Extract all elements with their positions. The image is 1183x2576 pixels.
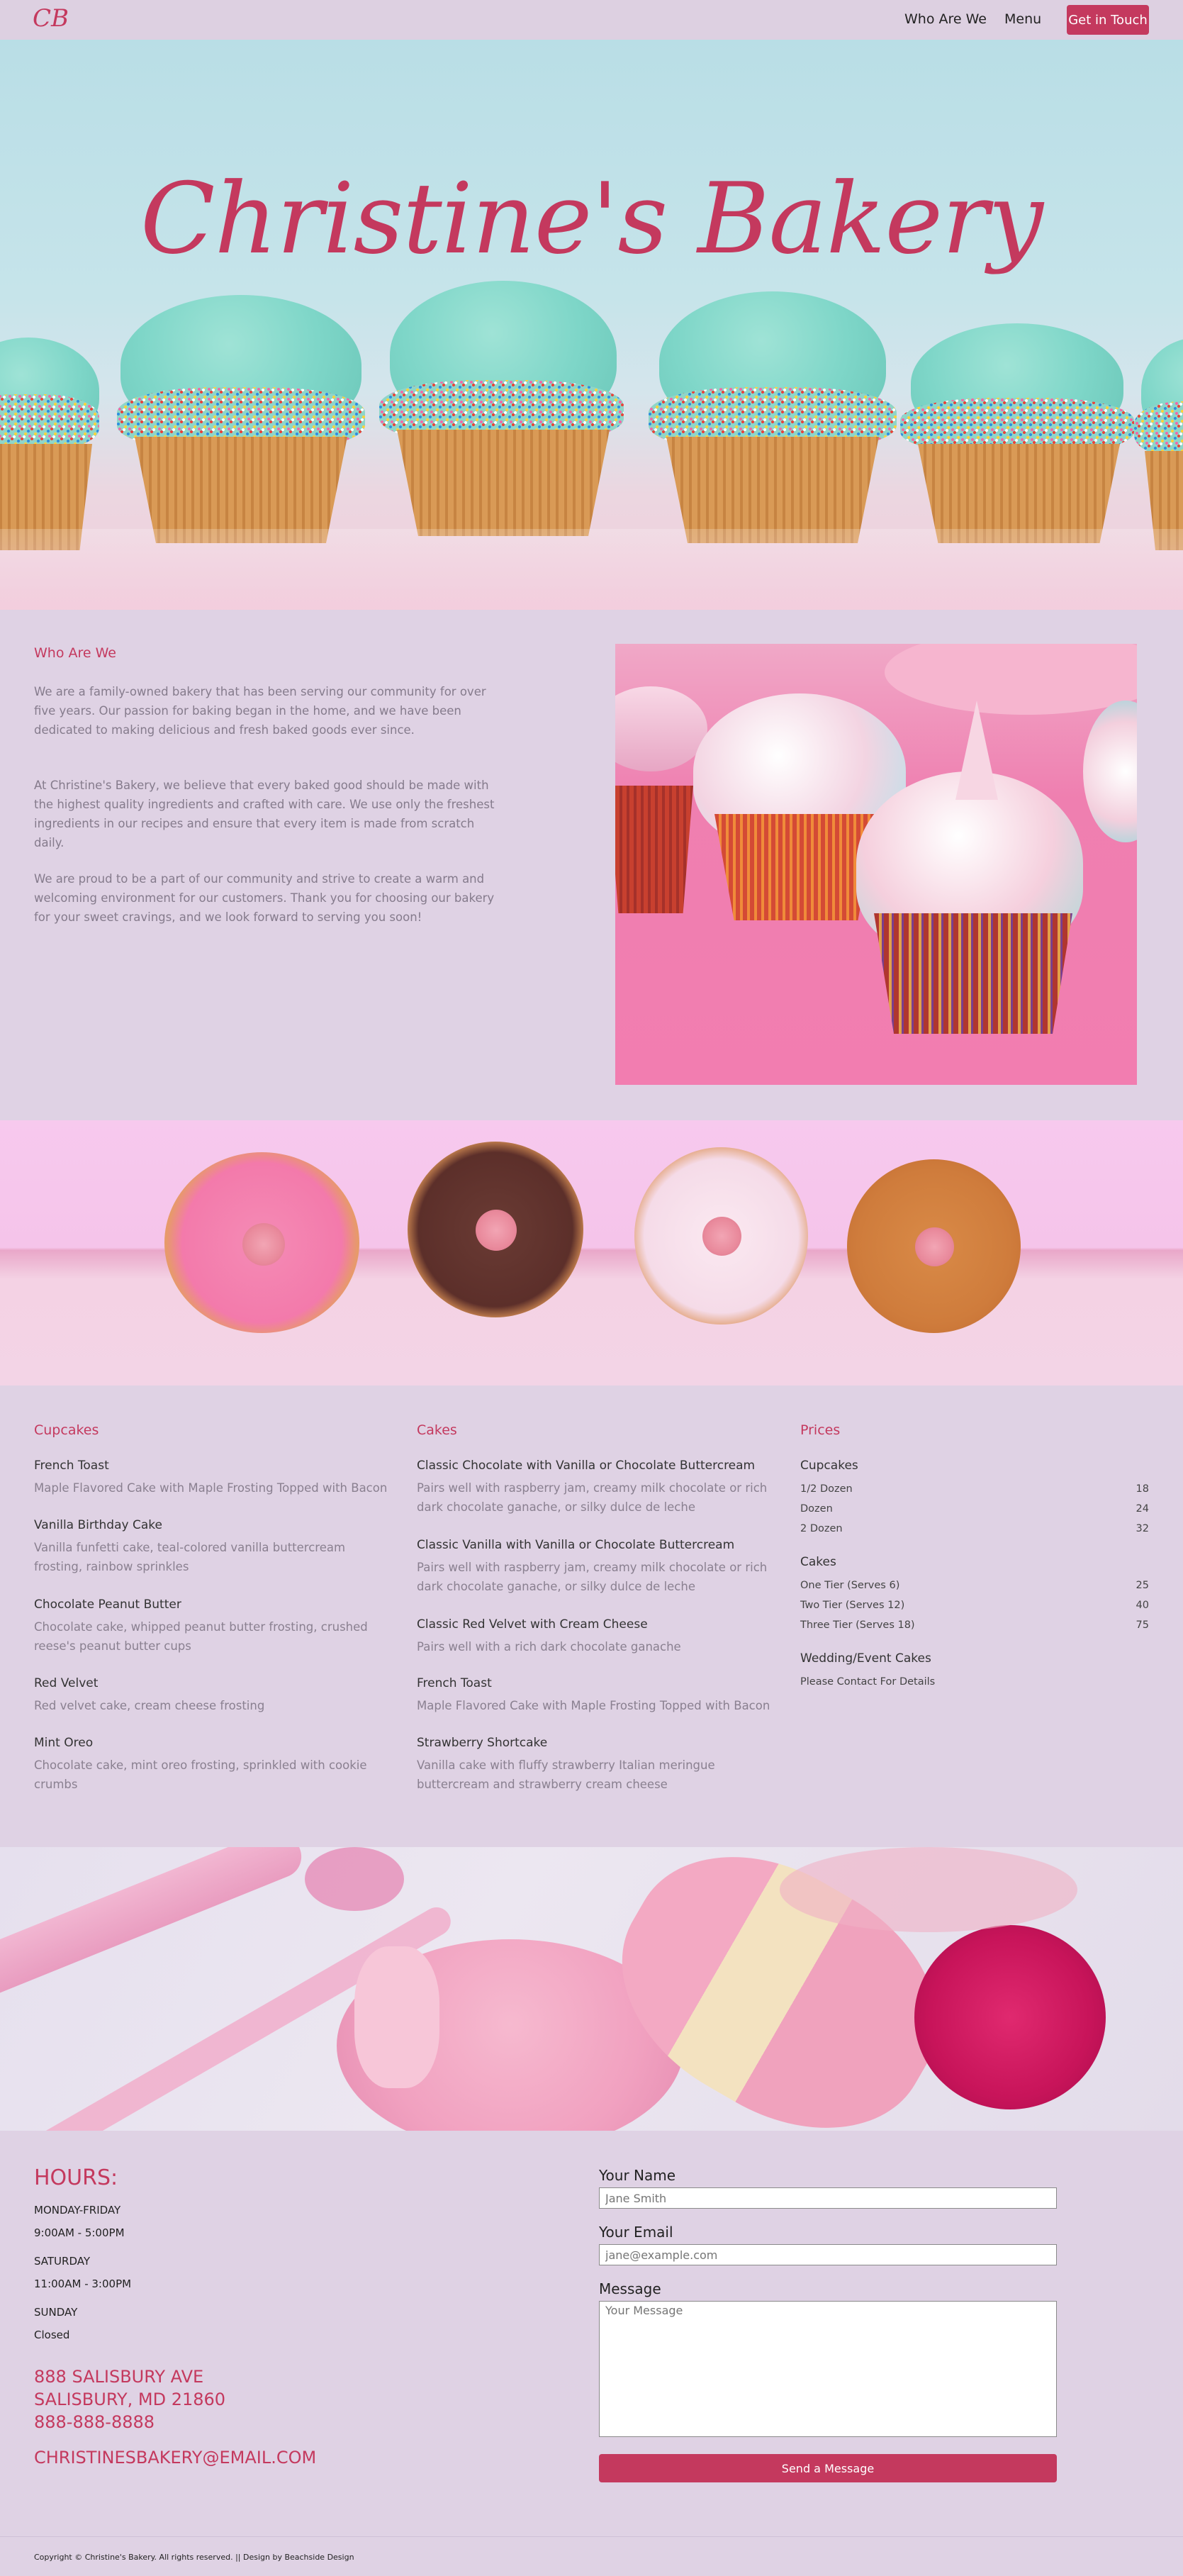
- name-input[interactable]: [599, 2187, 1057, 2209]
- table-reflection: [0, 529, 1183, 610]
- footer-divider: [0, 2536, 1183, 2537]
- macarons-banner: [0, 1847, 1183, 2131]
- donut-image: [164, 1152, 359, 1333]
- menu-item-title: Chocolate Peanut Butter: [34, 1598, 181, 1612]
- menu-item-title: Classic Chocolate with Vanilla or Chocol…: [417, 1459, 756, 1473]
- price-row: One Tier (Serves 6) 25: [800, 1580, 1149, 1591]
- menu-item-title: Red Velvet: [34, 1676, 99, 1690]
- price-label: Two Tier (Serves 12): [800, 1600, 905, 1611]
- menu-item-desc: Pairs well with raspberry jam, creamy mi…: [417, 1481, 768, 1514]
- price-group-title: Cakes: [800, 1555, 836, 1569]
- hours-day: MONDAY-FRIDAY: [34, 2204, 121, 2217]
- hours-time: Closed: [34, 2329, 70, 2341]
- menu-item-desc: Vanilla funfetti cake, teal-colored vani…: [34, 1541, 346, 1573]
- price-value: 75: [1136, 1619, 1149, 1631]
- menu-item-title: Vanilla Birthday Cake: [34, 1518, 162, 1532]
- menu-item-desc: Chocolate cake, whipped peanut butter fr…: [34, 1620, 368, 1653]
- price-value: 32: [1136, 1523, 1149, 1534]
- menu-item-title: Strawberry Shortcake: [417, 1736, 548, 1750]
- phone-link[interactable]: 888-888-8888: [34, 2412, 155, 2432]
- menu-item-desc: Chocolate cake, mint oreo frosting, spri…: [34, 1758, 367, 1791]
- address-line: 888 SALISBURY AVE: [34, 2367, 204, 2387]
- hours-time: 9:00AM - 5:00PM: [34, 2226, 125, 2239]
- menu-item-desc: Pairs well with raspberry jam, creamy mi…: [417, 1561, 768, 1593]
- email-label: Your Email: [599, 2224, 673, 2241]
- price-value: 24: [1136, 1503, 1149, 1515]
- menu-item-title: Classic Red Velvet with Cream Cheese: [417, 1617, 648, 1632]
- send-message-button[interactable]: Send a Message: [599, 2454, 1057, 2482]
- donut-image: [847, 1159, 1021, 1333]
- menu-item-title: French Toast: [34, 1459, 109, 1473]
- message-textarea[interactable]: [599, 2301, 1057, 2437]
- menu-item-title: Classic Vanilla with Vanilla or Chocolat…: [417, 1538, 735, 1552]
- name-label: Your Name: [599, 2167, 676, 2184]
- hours-day: SUNDAY: [34, 2306, 78, 2319]
- logo[interactable]: CB: [33, 4, 69, 33]
- cupcakes-photo: [615, 644, 1137, 1085]
- price-label: 2 Dozen: [800, 1523, 843, 1534]
- cakes-heading: Cakes: [417, 1422, 457, 1438]
- about-paragraph: We are proud to be a part of our communi…: [34, 872, 495, 924]
- price-label: One Tier (Serves 6): [800, 1580, 900, 1591]
- message-label: Message: [599, 2280, 661, 2297]
- hours-day: SATURDAY: [34, 2255, 91, 2268]
- donut-image: [634, 1147, 808, 1325]
- email-input[interactable]: [599, 2244, 1057, 2265]
- price-row: 1/2 Dozen 18: [800, 1483, 1149, 1495]
- about-paragraph: We are a family-owned bakery that has be…: [34, 685, 486, 737]
- price-label: 1/2 Dozen: [800, 1483, 853, 1495]
- footer-copyright: Copyright © Christine's Bakery. All righ…: [34, 2553, 354, 2562]
- about-heading: Who Are We: [34, 645, 116, 661]
- hero-title: Christine's Bakery: [140, 162, 1043, 276]
- menu-item-desc: Maple Flavored Cake with Maple Frosting …: [417, 1699, 770, 1712]
- nav-link-who-are-we[interactable]: Who Are We: [904, 11, 987, 27]
- top-nav: CB Who Are We Menu Get in Touch: [0, 0, 1183, 40]
- price-label: Please Contact For Details: [800, 1676, 936, 1688]
- price-row: 2 Dozen 32: [800, 1523, 1149, 1534]
- get-in-touch-button[interactable]: Get in Touch: [1067, 5, 1149, 35]
- price-group-title: Wedding/Event Cakes: [800, 1651, 931, 1666]
- price-row: Three Tier (Serves 18) 75: [800, 1619, 1149, 1631]
- address-line: SALISBURY, MD 21860: [34, 2390, 226, 2409]
- hero-banner: Christine's Bakery: [0, 40, 1183, 610]
- price-label: Dozen: [800, 1503, 833, 1515]
- menu-item-desc: Vanilla cake with fluffy strawberry Ital…: [417, 1758, 715, 1791]
- menu-item-title: Mint Oreo: [34, 1736, 94, 1750]
- price-label: Three Tier (Serves 18): [800, 1619, 915, 1631]
- price-note: Please Contact For Details: [800, 1676, 1149, 1688]
- menu-item-desc: Maple Flavored Cake with Maple Frosting …: [34, 1481, 388, 1495]
- prices-heading: Prices: [800, 1422, 841, 1438]
- price-value: 25: [1136, 1580, 1149, 1591]
- menu-item-desc: Pairs well with a rich dark chocolate ga…: [417, 1640, 681, 1654]
- about-paragraph: At Christine's Bakery, we believe that e…: [34, 779, 495, 849]
- price-value: 18: [1136, 1483, 1149, 1495]
- menu-item-title: French Toast: [417, 1676, 492, 1690]
- email-link[interactable]: CHRISTINESBAKERY@EMAIL.COM: [34, 2448, 316, 2468]
- price-row: Two Tier (Serves 12) 40: [800, 1600, 1149, 1611]
- hours-heading: HOURS:: [34, 2165, 118, 2190]
- nav-link-menu[interactable]: Menu: [1004, 11, 1041, 27]
- price-group-title: Cupcakes: [800, 1459, 858, 1473]
- price-value: 40: [1136, 1600, 1149, 1611]
- cupcakes-heading: Cupcakes: [34, 1422, 99, 1438]
- donuts-banner: [0, 1120, 1183, 1385]
- hours-time: 11:00AM - 3:00PM: [34, 2277, 132, 2290]
- menu-item-desc: Red velvet cake, cream cheese frosting: [34, 1699, 265, 1712]
- price-row: Dozen 24: [800, 1503, 1149, 1515]
- donut-image: [408, 1142, 583, 1317]
